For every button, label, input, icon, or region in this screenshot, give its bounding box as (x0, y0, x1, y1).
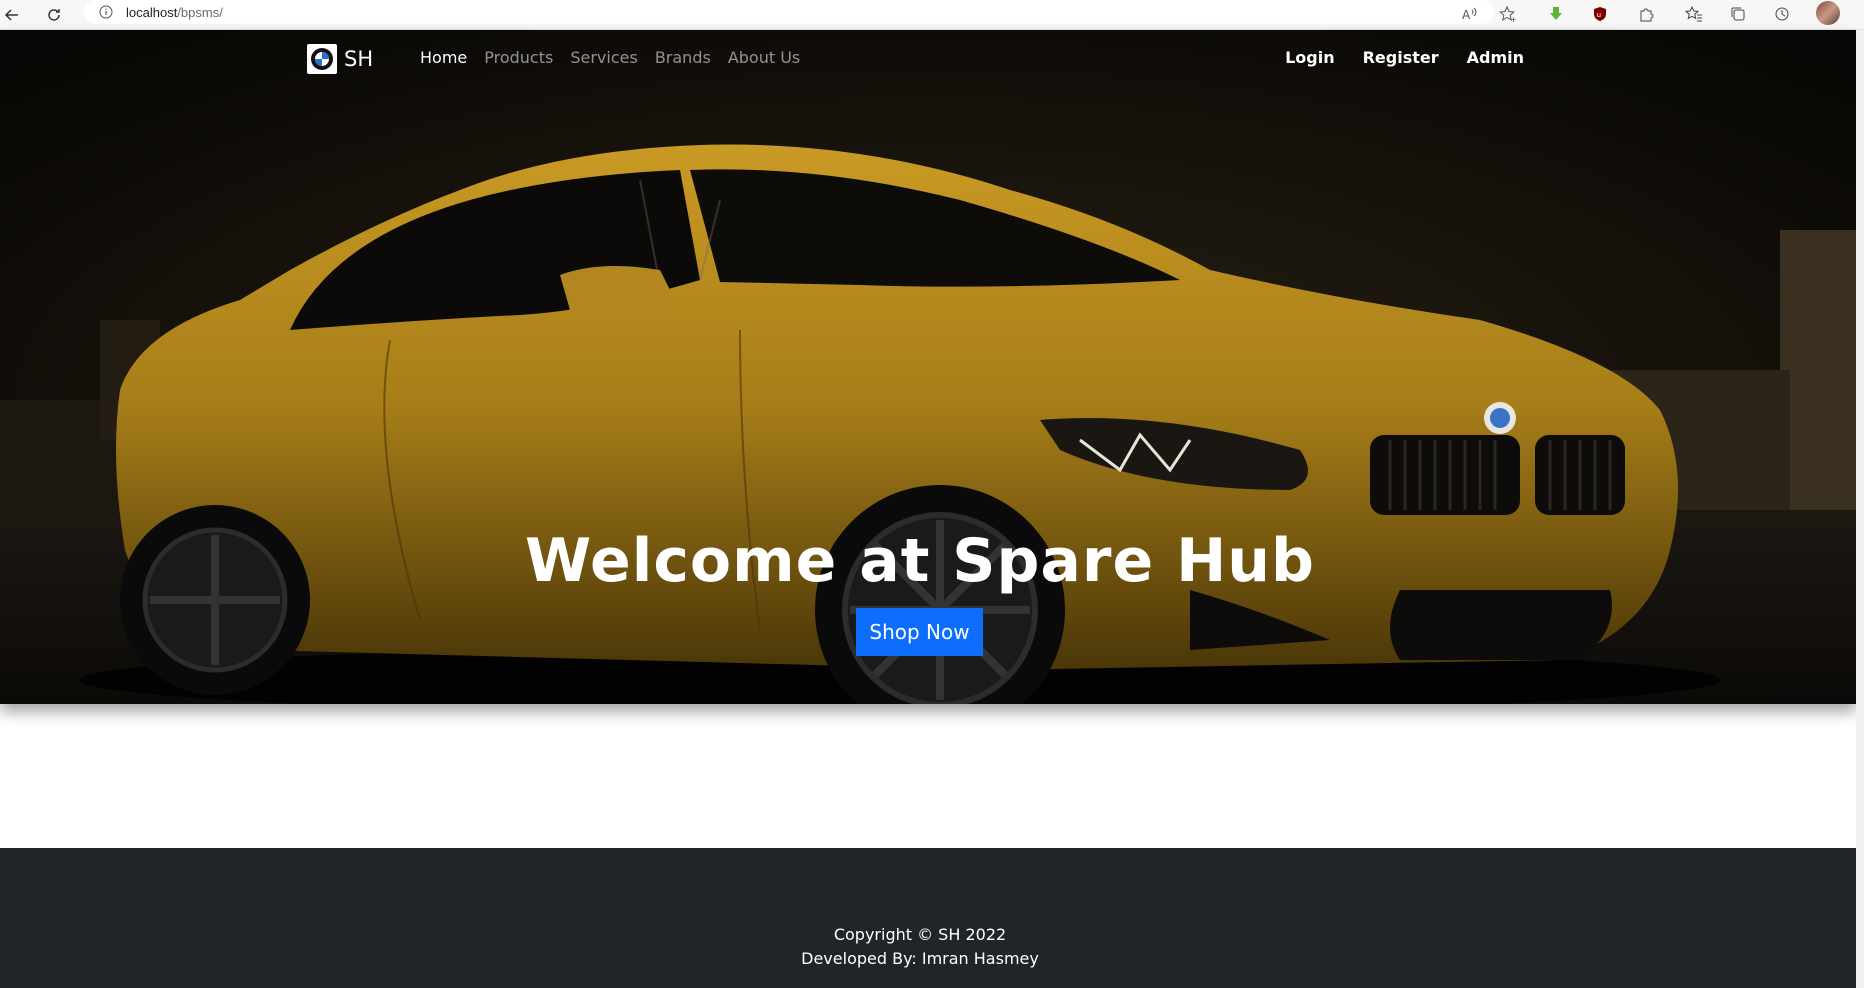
hero-title: Welcome at Spare Hub (525, 526, 1315, 596)
navbar: SH Home Products Services Brands About U… (0, 30, 1856, 88)
login-link[interactable]: Login (1285, 48, 1335, 67)
reload-icon[interactable] (42, 3, 66, 27)
hero-car-image (0, 30, 1856, 704)
back-arrow-icon[interactable] (0, 3, 24, 27)
svg-text:A: A (1462, 8, 1471, 21)
brand[interactable]: SH (307, 44, 373, 74)
main-nav: Home Products Services Brands About Us (420, 48, 800, 67)
nav-brands[interactable]: Brands (655, 48, 711, 67)
shop-now-button[interactable]: Shop Now (856, 608, 983, 656)
url-host: localhost (126, 4, 178, 20)
svg-text:u: u (1597, 11, 1601, 19)
download-extension-icon[interactable] (1544, 2, 1568, 26)
profile-avatar[interactable] (1816, 1, 1840, 25)
brand-name: SH (344, 47, 374, 71)
nav-products[interactable]: Products (484, 48, 553, 67)
ublock-shield-icon[interactable]: u (1588, 2, 1612, 26)
address-bar[interactable]: localhost/bpsms/ (84, 0, 1494, 24)
page: SH Home Products Services Brands About U… (0, 30, 1856, 988)
register-link[interactable]: Register (1363, 48, 1439, 67)
favorites-list-icon[interactable] (1682, 2, 1706, 26)
browser-toolbar: localhost/bpsms/ A + u (0, 0, 1864, 30)
nav-services[interactable]: Services (570, 48, 637, 67)
footer-copyright: Copyright © SH 2022 (833, 925, 1007, 944)
read-aloud-icon[interactable]: A (1458, 2, 1482, 26)
collections-icon[interactable] (1726, 2, 1750, 26)
history-icon[interactable] (1770, 2, 1794, 26)
account-nav: Login Register Admin (1285, 48, 1524, 67)
extensions-puzzle-icon[interactable] (1634, 2, 1658, 26)
favorite-add-icon[interactable]: + (1496, 2, 1520, 26)
hero-banner: SH Home Products Services Brands About U… (0, 30, 1856, 704)
svg-text:+: + (1510, 15, 1517, 23)
scrollbar[interactable] (1856, 30, 1864, 988)
footer-developer: Developed By: Imran Hasmey (801, 949, 1039, 968)
nav-about-us[interactable]: About Us (728, 48, 800, 67)
nav-home[interactable]: Home (420, 48, 467, 67)
url-path: /bpsms/ (177, 4, 223, 20)
admin-link[interactable]: Admin (1467, 48, 1524, 67)
bmw-logo-icon (307, 44, 337, 74)
footer: Copyright © SH 2022 Developed By: Imran … (0, 848, 1856, 988)
info-icon[interactable] (98, 4, 114, 20)
